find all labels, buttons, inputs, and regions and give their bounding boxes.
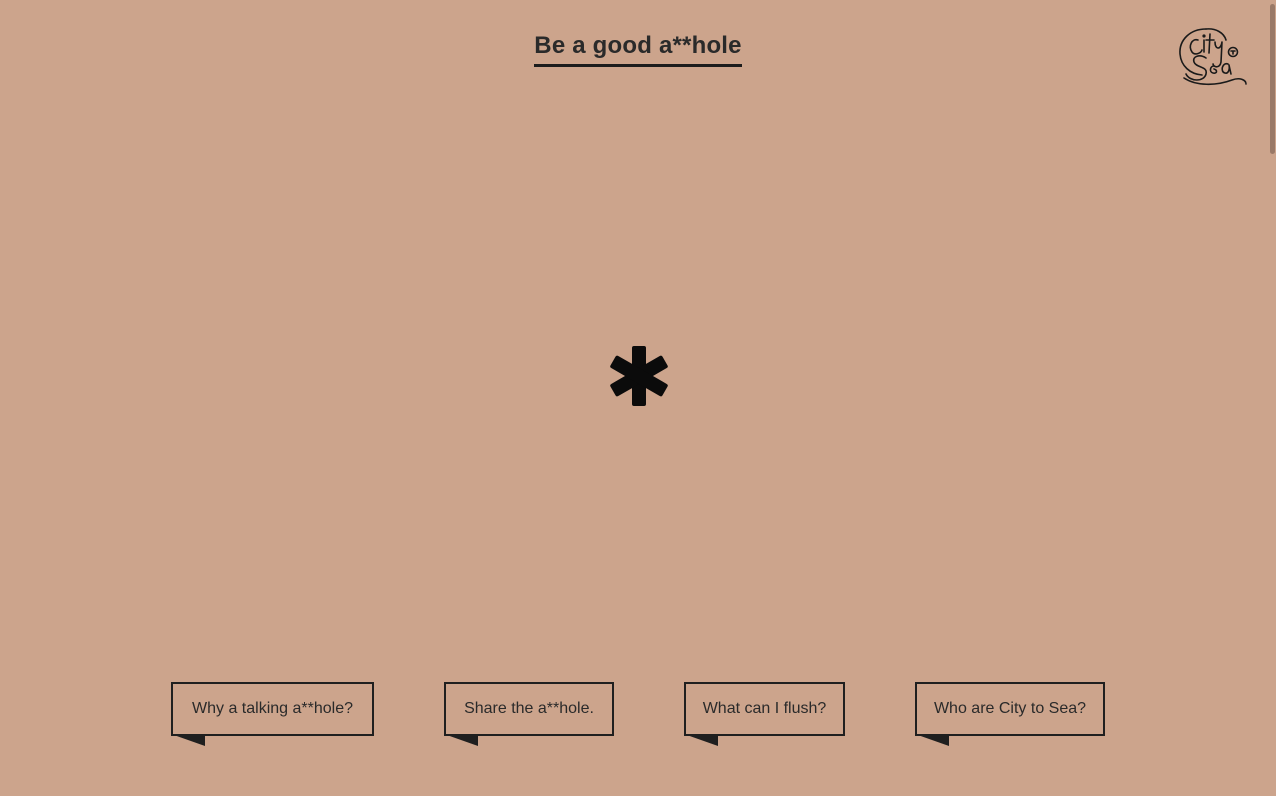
ribbon-fold-icon bbox=[171, 734, 205, 746]
asterisk-icon bbox=[607, 344, 671, 408]
why-talking-button[interactable]: Why a talking a**hole? bbox=[171, 682, 374, 746]
page-title-container: Be a good a**hole bbox=[0, 32, 1276, 67]
who-are-city-to-sea-button[interactable]: Who are City to Sea? bbox=[915, 682, 1105, 746]
what-can-i-flush-label: What can I flush? bbox=[702, 700, 827, 717]
scrollbar-thumb[interactable] bbox=[1270, 4, 1275, 154]
scrollbar[interactable] bbox=[1270, 0, 1276, 796]
why-talking-label: Why a talking a**hole? bbox=[192, 700, 353, 717]
ribbon-fold-icon bbox=[444, 734, 478, 746]
share-label: Share the a**hole. bbox=[464, 700, 594, 717]
share-button[interactable]: Share the a**hole. bbox=[444, 682, 614, 746]
what-can-i-flush-button[interactable]: What can I flush? bbox=[684, 682, 845, 746]
page-title-link[interactable]: Be a good a**hole bbox=[534, 32, 742, 67]
ribbon-fold-icon bbox=[684, 734, 718, 746]
who-are-city-to-sea-label: Who are City to Sea? bbox=[933, 700, 1087, 717]
ribbon-fold-icon bbox=[915, 734, 949, 746]
city-to-sea-logo-icon[interactable] bbox=[1176, 26, 1250, 88]
